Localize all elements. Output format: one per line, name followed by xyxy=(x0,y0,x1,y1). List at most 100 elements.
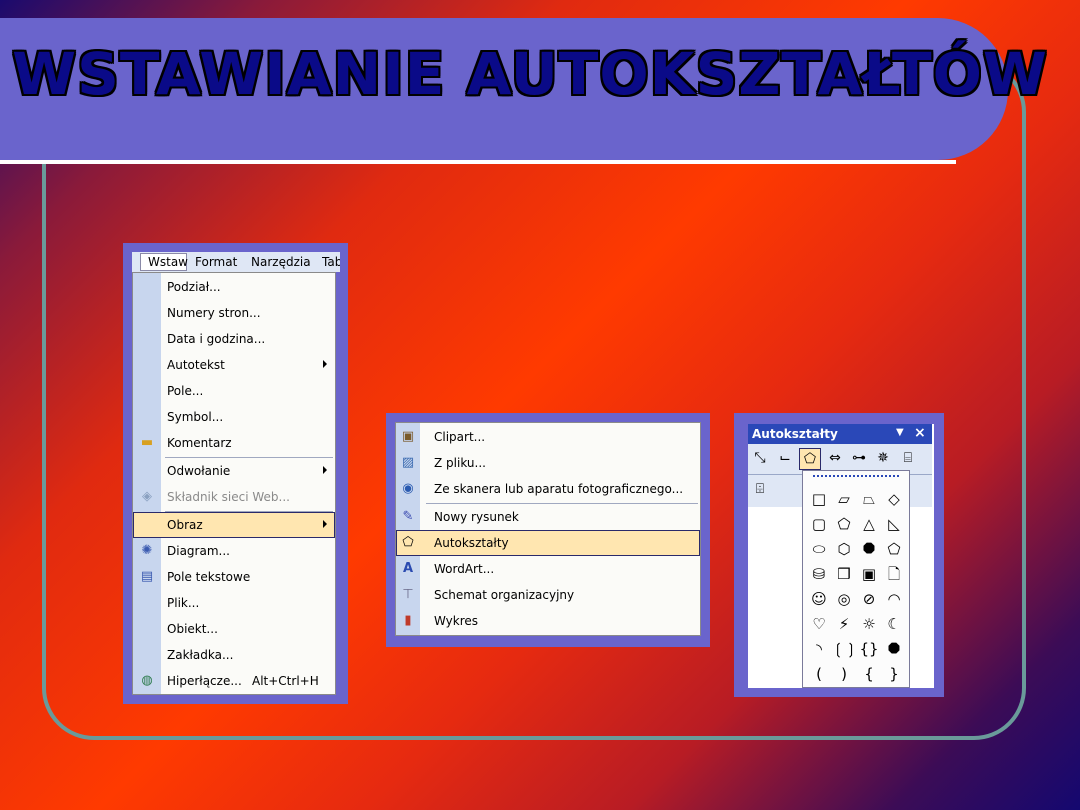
menu-item-symbol[interactable]: Symbol... xyxy=(133,404,335,430)
menu-item-obraz[interactable]: Obraz xyxy=(133,512,335,538)
shape-option[interactable]: ❒ xyxy=(832,562,856,587)
menu-item-pole[interactable]: Pole... xyxy=(133,378,335,404)
toolbar-options-icon[interactable]: ▼ xyxy=(896,427,904,438)
close-icon[interactable]: × xyxy=(914,425,926,441)
autoshapes-icon: ⬠ xyxy=(402,535,414,550)
menu-item-wykres[interactable]: ▮ Wykres xyxy=(396,608,700,634)
toolbar-title-bar[interactable]: Autokształty ▼ × xyxy=(748,424,932,444)
insert-menu: Podział... Numery stron... Data i godzin… xyxy=(132,272,336,695)
shape-option[interactable]: ⬠ xyxy=(832,512,856,537)
shape-option[interactable]: ◠ xyxy=(882,587,906,612)
menubar: Wstaw Format Narzędzia Tab xyxy=(132,252,340,272)
shape-option[interactable]: ⬡ xyxy=(832,537,856,562)
shape-option[interactable]: ⬭ xyxy=(807,537,831,562)
shape-option[interactable]: ⚡ xyxy=(832,612,856,637)
autoshapes-toolbar-screenshot: Autokształty ▼ × ⤡ ⌙ ⬠ ⇔ ⊶ ✵ ⌸ ⌹ □ ▱ ⏢ ◇ ▢ ⬠ △… xyxy=(734,413,944,697)
shape-option[interactable]: ◝ xyxy=(807,637,831,662)
menu-item-label: Obiekt... xyxy=(167,622,218,636)
shape-option[interactable]: ⛁ xyxy=(807,562,831,587)
callouts-icon[interactable]: ⌸ xyxy=(898,448,918,468)
menu-item-schemat-organizacyjny[interactable]: ⊤ Schemat organizacyjny xyxy=(396,582,700,608)
submenu-arrow-icon xyxy=(323,466,327,474)
wordart-icon: A xyxy=(402,561,414,576)
menu-item-autoksztalty[interactable]: ⬠ Autokształty xyxy=(396,530,700,556)
flowchart-icon[interactable]: ⊶ xyxy=(849,448,869,468)
textbox-icon: ▤ xyxy=(140,569,154,584)
banner-underline xyxy=(0,160,956,164)
menu-item-obiekt[interactable]: Obiekt... xyxy=(133,616,335,642)
shape-option[interactable]: ♡ xyxy=(807,612,831,637)
menu-item-z-pliku[interactable]: ▨ Z pliku... xyxy=(396,450,700,476)
shortcut-label: Alt+Ctrl+H xyxy=(252,674,319,688)
shape-option[interactable]: ⊘ xyxy=(857,587,881,612)
menu-item-autotekst[interactable]: Autotekst xyxy=(133,352,335,378)
picture-submenu: ▣ Clipart... ▨ Z pliku... ◉ Ze skanera lub … xyxy=(395,422,701,636)
menu-item-label: Podział... xyxy=(167,280,221,294)
menu-item-nowy-rysunek[interactable]: ✎ Nowy rysunek xyxy=(396,504,700,530)
menu-wstaw[interactable]: Wstaw xyxy=(148,255,188,269)
from-file-icon: ▨ xyxy=(401,455,415,470)
shape-option[interactable]: △ xyxy=(857,512,881,537)
shape-option[interactable]: ▢ xyxy=(807,512,831,537)
menu-item-label: Zakładka... xyxy=(167,648,234,662)
basic-shapes-palette: □ ▱ ⏢ ◇ ▢ ⬠ △ ◺ ⬭ ⬡ ⯃ ⬠ ⛁ ❒ ▣ 🗋 ☺ ◎ ⊘ ◠ ♡ ⚡ ☼ ☾ ◝ ❲❳{} ⯃(){} xyxy=(802,470,910,688)
menu-item-data-i-godzina[interactable]: Data i godzina... xyxy=(133,326,335,352)
menu-item-label: Z pliku... xyxy=(434,456,486,470)
shape-option[interactable]: ▣ xyxy=(857,562,881,587)
shape-option[interactable]: ) xyxy=(832,662,856,687)
shape-option[interactable]: ◇ xyxy=(882,487,906,512)
palette-drag-handle[interactable] xyxy=(813,475,899,480)
shape-option[interactable]: {} xyxy=(857,637,881,662)
shape-option[interactable]: ◺ xyxy=(882,512,906,537)
menu-item-odwolanie[interactable]: Odwołanie xyxy=(133,458,335,484)
shape-option[interactable]: ☾ xyxy=(882,612,906,637)
menu-item-label: Odwołanie xyxy=(167,464,231,478)
menu-item-hiperlacze[interactable]: ◍ Hiperłącze... Alt+Ctrl+H xyxy=(133,668,335,694)
hyperlink-icon: ◍ xyxy=(141,673,153,688)
menu-item-plik[interactable]: Plik... xyxy=(133,590,335,616)
menu-item-label: Clipart... xyxy=(434,430,486,444)
menu-item-diagram[interactable]: ✺ Diagram... xyxy=(133,538,335,564)
shape-option[interactable]: ⯃ xyxy=(857,537,881,562)
clipart-icon: ▣ xyxy=(401,429,415,444)
shape-option[interactable]: ( xyxy=(807,662,831,687)
menu-item-label: Pole tekstowe xyxy=(167,570,251,584)
shape-option[interactable]: ❲❳ xyxy=(832,637,857,662)
menu-item-clipart[interactable]: ▣ Clipart... xyxy=(396,424,700,450)
shape-option[interactable]: ▱ xyxy=(832,487,856,512)
menu-item-label: Wykres xyxy=(434,614,479,628)
connectors-icon[interactable]: ⌙ xyxy=(775,448,795,468)
block-arrows-icon[interactable]: ⇔ xyxy=(825,448,845,468)
shape-option[interactable]: ⬠ xyxy=(882,537,906,562)
menu-tabela[interactable]: Tab xyxy=(322,255,340,269)
shape-option[interactable]: ◎ xyxy=(832,587,856,612)
shape-option[interactable]: { xyxy=(857,662,881,687)
shape-option[interactable]: ⯃ xyxy=(882,637,906,662)
shape-option[interactable]: } xyxy=(882,662,906,687)
shape-option[interactable]: ☺ xyxy=(807,587,831,612)
menu-item-pole-tekstowe[interactable]: ▤ Pole tekstowe xyxy=(133,564,335,590)
menu-item-ze-skanera[interactable]: ◉ Ze skanera lub aparatu fotograficznego.… xyxy=(396,476,700,502)
stars-banners-icon[interactable]: ✵ xyxy=(873,448,893,468)
menu-item-komentarz[interactable]: ▬ Komentarz xyxy=(133,430,335,456)
menu-item-podzial[interactable]: Podział... xyxy=(133,274,335,300)
menu-item-numery-stron[interactable]: Numery stron... xyxy=(133,300,335,326)
menu-narzedzia[interactable]: Narzędzia xyxy=(251,255,311,269)
picture-submenu-screenshot: ▣ Clipart... ▨ Z pliku... ◉ Ze skanera lub … xyxy=(386,413,710,647)
slide-title: WSTAWIANIE AUTOKSZTAŁTÓW xyxy=(12,40,1048,108)
shape-option[interactable]: ☼ xyxy=(857,612,881,637)
menu-item-label: WordArt... xyxy=(434,562,495,576)
menu-item-label: Data i godzina... xyxy=(167,332,266,346)
org-chart-icon: ⊤ xyxy=(402,587,414,602)
menu-item-wordart[interactable]: A WordArt... xyxy=(396,556,700,582)
more-autoshapes-icon[interactable]: ⌹ xyxy=(750,479,770,499)
menu-item-zakladka[interactable]: Zakładka... xyxy=(133,642,335,668)
basic-shapes-icon[interactable]: ⬠ xyxy=(799,448,821,470)
menu-item-label: Obraz xyxy=(167,518,203,532)
shape-option[interactable]: ⏢ xyxy=(857,487,881,512)
lines-icon[interactable]: ⤡ xyxy=(750,448,770,468)
comment-icon: ▬ xyxy=(140,435,154,450)
menu-format[interactable]: Format xyxy=(195,255,237,269)
shape-option[interactable]: 🗋 xyxy=(882,562,906,587)
shape-option[interactable]: □ xyxy=(807,487,831,512)
